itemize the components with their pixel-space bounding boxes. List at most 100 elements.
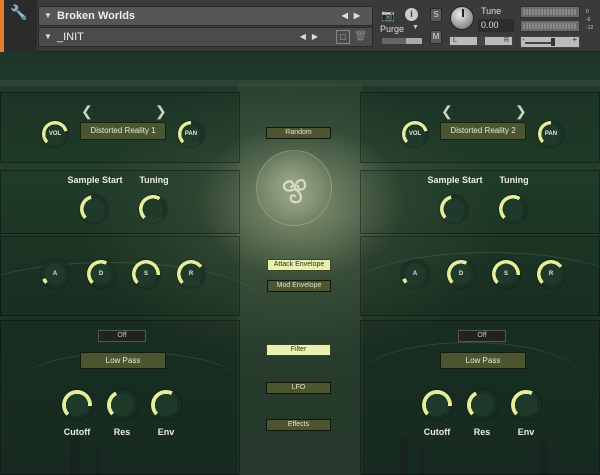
layer1-preset-display[interactable]: Distorted Reality 1 (80, 122, 166, 140)
knob-label: S (503, 271, 508, 277)
layer1-sample-start-knob[interactable] (80, 195, 108, 223)
preset-name: _INIT (57, 31, 84, 43)
effects-button[interactable]: Effects (266, 419, 331, 431)
expand-triangle-icon[interactable]: ▼ (44, 28, 52, 46)
layer1-filter-toggle[interactable]: Off (98, 330, 146, 342)
triskelion-icon (282, 179, 307, 204)
layer1-filter-type[interactable]: Low Pass (80, 352, 166, 369)
camera-icon[interactable]: 📷 (381, 9, 395, 22)
knob-label: S (143, 271, 148, 277)
meter-scale-label: -12 (586, 25, 594, 31)
master-pan-slider[interactable]: L R (449, 36, 513, 46)
layer2-sample-start-knob[interactable] (440, 195, 468, 223)
attack-envelope-button[interactable]: Attack Envelope (267, 259, 331, 271)
layer2-res-knob[interactable] (467, 390, 497, 420)
knob-label: VOL (48, 131, 62, 137)
pan-right-label: R (503, 37, 509, 44)
layer2-res-label: Res (473, 427, 491, 437)
knob-label: VOL (408, 131, 422, 137)
delete-icon[interactable]: 🗑 (354, 28, 367, 46)
knob-label: R (548, 271, 554, 277)
layer1-release-knob[interactable]: R (177, 260, 205, 288)
volume-handle[interactable] (551, 38, 555, 46)
save-icon[interactable]: □ (336, 30, 350, 44)
layer1-res-label: Res (113, 427, 131, 437)
tune-value[interactable]: 0.00 (478, 19, 514, 32)
layer2-attack-knob[interactable]: A (401, 260, 429, 288)
layer2-next-icon[interactable]: ❯ (515, 104, 527, 118)
layer1-vol-knob[interactable]: VOL (42, 121, 68, 147)
info-icon[interactable]: i (405, 8, 418, 21)
knob-label: A (412, 271, 418, 277)
layer2-sample-start-label: Sample Start (427, 175, 483, 185)
instrument-nav-arrows-icon[interactable]: ◀▶ (342, 7, 366, 25)
level-meter-left (520, 6, 580, 18)
knob-label: D (458, 271, 464, 277)
layer2-prev-icon[interactable]: ❮ (441, 104, 453, 118)
layer2-release-knob[interactable]: R (537, 260, 565, 288)
level-meter-right (520, 20, 580, 32)
layer1-tuning-label: Tuning (139, 175, 169, 185)
knob-label: PAN (544, 131, 558, 137)
layer1-tuning-knob[interactable] (139, 195, 167, 223)
layer2-preset-display[interactable]: Distorted Reality 2 (440, 122, 526, 140)
purge-menu[interactable]: Purge (380, 24, 404, 34)
tune-knob[interactable] (450, 6, 474, 30)
layer1-pan-knob[interactable]: PAN (178, 121, 204, 147)
preset-nav-arrows-icon[interactable]: ◀▶ (300, 28, 324, 46)
tool-block: 🔧 (0, 0, 37, 52)
layer1-cutoff-knob[interactable] (62, 390, 92, 420)
memory-bar (382, 38, 422, 44)
layer2-pan-knob[interactable]: PAN (538, 121, 564, 147)
layer2-tuning-knob[interactable] (499, 195, 527, 223)
layer2-cutoff-label: Cutoff (423, 427, 451, 437)
meter-scale: 0 -6 -12 (586, 8, 593, 32)
preset-name-field[interactable]: ▼ _INIT ◀▶ □ 🗑 (38, 27, 373, 47)
instrument-body: ❮ ❯ Distorted Reality 1 VOL PAN Sample S… (0, 52, 600, 475)
layer1-env-knob[interactable] (151, 390, 181, 420)
solo-button[interactable]: S (430, 8, 442, 22)
lfo-button[interactable]: LFO (266, 382, 331, 394)
layer1-next-icon[interactable]: ❯ (155, 104, 167, 118)
layer2-sustain-knob[interactable]: S (492, 260, 520, 288)
layer1-sustain-knob[interactable]: S (132, 260, 160, 288)
instrument-name: Broken Worlds (57, 10, 136, 22)
pan-left-label: L (453, 37, 457, 44)
layer2-env-knob[interactable] (511, 390, 541, 420)
layer1-decay-knob[interactable]: D (87, 260, 115, 288)
layer1-sample-start-label: Sample Start (67, 175, 123, 185)
layer2-filter-type[interactable]: Low Pass (440, 352, 526, 369)
layer1-res-knob[interactable] (107, 390, 137, 420)
random-button[interactable]: Random (266, 127, 331, 139)
knob-label: R (188, 271, 194, 277)
knob-label: D (98, 271, 104, 277)
mute-button[interactable]: M (430, 30, 442, 44)
layer1-attack-knob[interactable]: A (41, 260, 69, 288)
layer2-filter-toggle[interactable]: Off (458, 330, 506, 342)
layer1-prev-icon[interactable]: ❮ (81, 104, 93, 118)
volume-fill (525, 42, 551, 44)
master-volume-slider[interactable]: - + (520, 35, 580, 48)
meter-scale-label: -6 (586, 17, 591, 23)
layer2-env-label: Env (517, 427, 535, 437)
layer2-decay-knob[interactable]: D (447, 260, 475, 288)
layer2-vol-knob[interactable]: VOL (402, 121, 428, 147)
knob-label: PAN (184, 131, 198, 137)
layer1-cutoff-label: Cutoff (63, 427, 91, 437)
expand-triangle-icon[interactable]: ▼ (44, 7, 52, 25)
layer1-env-label: Env (157, 427, 175, 437)
layer2-cutoff-knob[interactable] (422, 390, 452, 420)
knob-label: A (52, 271, 58, 277)
filter-button[interactable]: Filter (266, 344, 331, 356)
instrument-name-field[interactable]: ▼ Broken Worlds ◀▶ (38, 6, 373, 26)
pan-center-handle[interactable] (477, 37, 485, 45)
triskelion-logo (256, 150, 332, 226)
layer2-tuning-label: Tuning (499, 175, 529, 185)
instrument-header: 🔧 ▼ Broken Worlds ◀▶ ▼ _INIT ◀▶ □ 🗑 📷 i … (0, 0, 600, 52)
meter-scale-label: 0 (586, 9, 589, 15)
vol-plus-label: + (572, 35, 577, 44)
tune-label: Tune (481, 6, 502, 16)
mod-envelope-button[interactable]: Mod Envelope (267, 280, 331, 292)
purge-dropdown-icon[interactable]: ▼ (412, 24, 419, 31)
wrench-icon[interactable]: 🔧 (10, 4, 27, 21)
